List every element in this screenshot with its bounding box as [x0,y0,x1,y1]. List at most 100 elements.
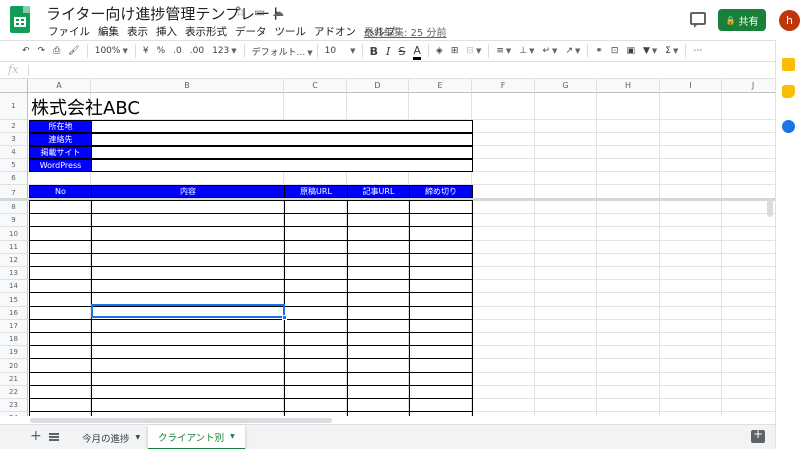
comment-history-icon[interactable] [690,12,706,28]
paint-format-icon[interactable]: 🖌 [64,46,83,56]
row-header-3[interactable]: 3 [0,133,28,146]
info-label-wordpress[interactable]: WordPress [29,159,92,172]
column-header-j[interactable]: J [722,79,775,93]
select-all-corner[interactable] [0,79,28,93]
borders-icon[interactable]: ⊞ [447,46,463,56]
more-options-icon[interactable]: ⋯ [689,46,706,56]
info-label-address[interactable]: 所在地 [29,120,92,133]
column-header-a[interactable]: A [28,79,91,93]
functions-icon[interactable]: Σ ▼ [661,46,682,56]
row-header-8[interactable]: 8 [0,201,28,214]
text-color-button[interactable]: A [413,43,421,60]
column-header-f[interactable]: F [472,79,535,93]
row-header-11[interactable]: 11 [0,241,28,254]
text-rotation-icon[interactable]: ↗ ▼ [561,46,584,56]
all-sheets-icon[interactable] [49,433,59,441]
italic-button[interactable]: I [382,45,394,58]
zoom-select[interactable]: 100% ▼ [91,46,132,56]
menu-tools[interactable]: ツール [271,24,311,40]
font-select[interactable]: デフォルト... ▼ [248,45,314,58]
row-header-1[interactable]: 1 [0,93,28,120]
row-header-22[interactable]: 22 [0,386,28,399]
vertical-align-icon[interactable]: ⊥ ▼ [515,46,538,56]
info-label-contact[interactable]: 連絡先 [29,133,92,146]
menu-format[interactable]: 表示形式 [181,24,231,40]
menu-insert[interactable]: 挿入 [152,24,181,40]
bold-button[interactable]: B [366,45,382,58]
undo-icon[interactable]: ↶ [18,46,34,56]
explore-icon[interactable] [751,427,765,443]
increase-decimal-button[interactable]: .00 [186,46,208,56]
fill-color-icon[interactable]: ◈ [432,46,447,56]
header-draft-url[interactable]: 原稿URL [284,185,348,198]
insert-chart-icon[interactable]: ▣ [622,46,639,56]
formula-input[interactable] [34,64,764,77]
info-value-contact[interactable] [91,133,473,146]
row-header-4[interactable]: 4 [0,146,28,159]
row-header-19[interactable]: 19 [0,346,28,359]
row-header-23[interactable]: 23 [0,399,28,412]
row-header-5[interactable]: 5 [0,159,28,172]
decrease-decimal-button[interactable]: .0 [169,46,186,56]
add-sheet-button[interactable]: + [30,428,42,444]
currency-button[interactable]: ¥ [139,46,153,56]
row-header-20[interactable]: 20 [0,359,28,373]
row-header-12[interactable]: 12 [0,254,28,267]
horizontal-scrollbar[interactable] [30,418,332,423]
row-header-2[interactable]: 2 [0,120,28,133]
spreadsheet-grid[interactable]: ABCDEFGHIJ 1 2 3 4 5 6 7 8 9 10 11 12 13 14 15 16 17 18 19… [0,79,775,416]
row-header-14[interactable]: 14 [0,280,28,293]
star-icon[interactable]: ☆ [235,5,246,19]
column-header-g[interactable]: G [535,79,597,93]
sheets-logo-icon[interactable] [10,6,30,33]
move-to-folder-icon[interactable]: ▭ [254,5,265,19]
row-header-10[interactable]: 10 [0,227,28,241]
calendar-icon[interactable] [782,58,795,71]
filter-icon[interactable]: ▼ ▼ [639,46,661,56]
merge-cells-icon[interactable]: ⊟ ▼ [462,46,485,56]
column-header-e[interactable]: E [409,79,472,93]
company-name[interactable]: 株式会社ABC [31,94,140,120]
avatar[interactable]: h [779,10,800,31]
cloud-status-icon[interactable]: ☁ [272,5,284,19]
column-header-c[interactable]: C [284,79,347,93]
strikethrough-button[interactable]: S [394,45,409,58]
selected-cell[interactable] [91,304,285,318]
redo-icon[interactable]: ↷ [34,46,50,56]
vertical-scrollbar[interactable] [767,199,773,217]
share-button[interactable]: 🔒 共有 [718,9,766,31]
menu-addons[interactable]: アドオン [310,24,360,40]
column-header-h[interactable]: H [597,79,660,93]
keep-icon[interactable] [782,85,795,98]
menu-file[interactable]: ファイル [44,24,94,40]
info-label-site[interactable]: 掲載サイト [29,146,92,159]
last-edit-link[interactable]: 最終編集: 25 分前 [364,24,446,39]
document-title[interactable]: ライター向け進捗管理テンプレート [46,3,285,24]
menu-view[interactable]: 表示 [123,24,152,40]
text-wrap-icon[interactable]: ↵ ▼ [539,46,562,56]
horizontal-align-icon[interactable]: ≡ ▼ [492,46,515,56]
row-header-15[interactable]: 15 [0,293,28,307]
tab-menu-icon[interactable]: ▼ [230,433,235,440]
row-header-13[interactable]: 13 [0,267,28,280]
sheet-tab-monthly-progress[interactable]: 今月の進捗 ▼ [72,425,150,449]
column-header-d[interactable]: D [347,79,409,93]
row-header-18[interactable]: 18 [0,333,28,346]
row-header-16[interactable]: 16 [0,307,28,320]
insert-comment-icon[interactable]: ⊡ [607,46,623,56]
tasks-icon[interactable] [782,120,795,133]
column-header-b[interactable]: B [91,79,284,93]
tab-menu-icon[interactable]: ▼ [136,434,141,441]
column-header-i[interactable]: I [660,79,722,93]
print-icon[interactable]: ⎙ [49,46,64,56]
row-header-17[interactable]: 17 [0,320,28,333]
menu-edit[interactable]: 編集 [94,24,123,40]
percent-button[interactable]: % [153,46,170,56]
info-value-wordpress[interactable] [91,159,473,172]
info-value-site[interactable] [91,146,473,159]
header-article-url[interactable]: 記事URL [347,185,410,198]
info-value-address[interactable] [91,120,473,133]
row-header-6[interactable]: 6 [0,172,28,185]
sheet-tab-by-client[interactable]: クライアント別 ▼ [148,425,245,449]
fill-handle[interactable] [282,315,287,320]
